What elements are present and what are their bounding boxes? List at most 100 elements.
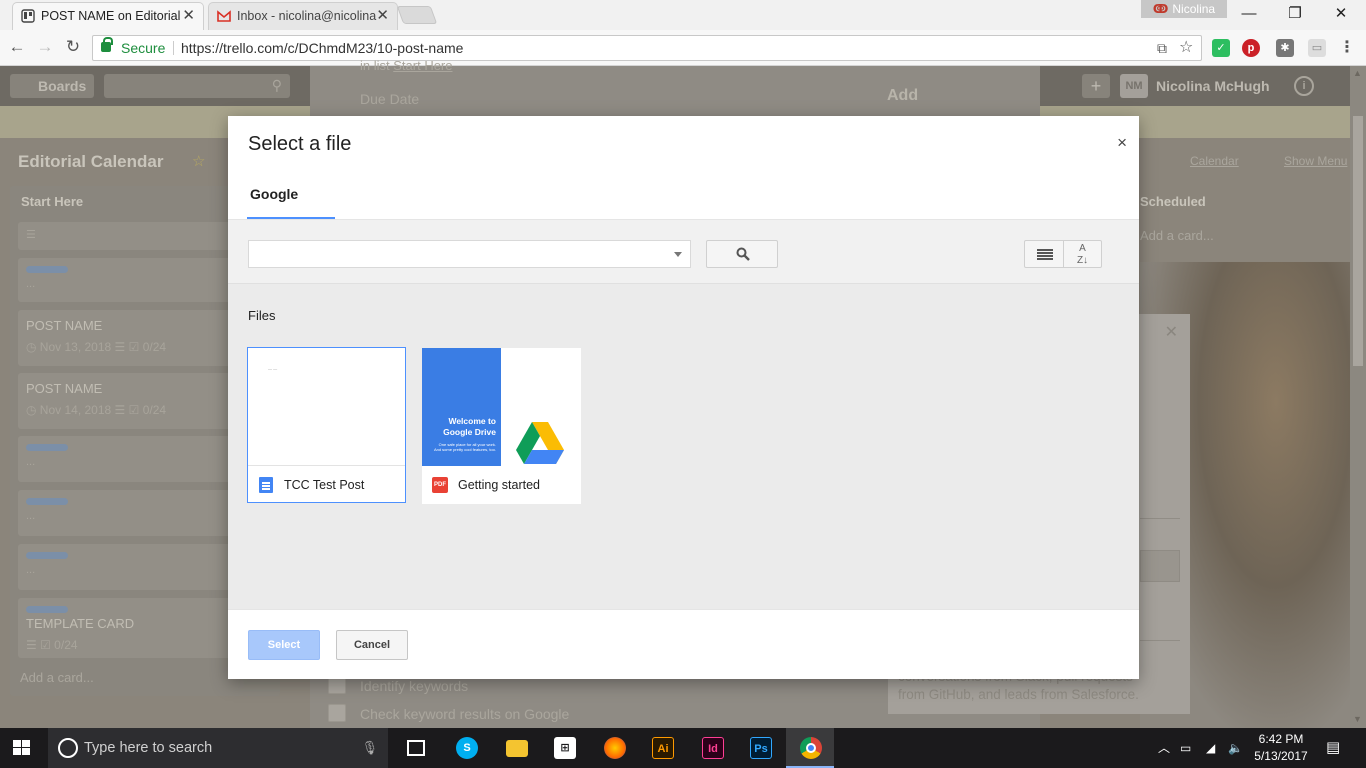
profile-name: Nicolina xyxy=(1172,2,1216,16)
bookmark-star-icon[interactable]: ☆ xyxy=(1179,36,1193,60)
welcome-panel: Welcome to Google Drive One safe place f… xyxy=(422,348,501,466)
gmail-favicon-icon xyxy=(217,10,231,22)
file-browser: Files — — TCC Test Post Welcome to Googl… xyxy=(228,284,1139,609)
new-tab-button[interactable] xyxy=(396,6,438,24)
skype-icon: S xyxy=(456,737,478,759)
battery-icon[interactable]: ▭ xyxy=(1180,728,1191,768)
add-card-link[interactable]: Add a card... xyxy=(1140,228,1214,243)
checklist-item[interactable]: Identify keywords xyxy=(360,678,468,694)
board-title[interactable]: Editorial Calendar xyxy=(18,152,163,172)
firefox-icon xyxy=(604,737,626,759)
microphone-icon[interactable]: 🎙 xyxy=(361,728,378,768)
sort-button[interactable]: A Z↓ xyxy=(1064,240,1102,268)
chrome-icon xyxy=(800,737,822,759)
scroll-down-icon[interactable]: ▼ xyxy=(1353,714,1362,724)
illustrator-button[interactable]: Ai xyxy=(638,728,686,768)
search-button[interactable] xyxy=(706,240,778,268)
scroll-up-icon[interactable]: ▲ xyxy=(1353,68,1362,78)
minimize-button[interactable]: — xyxy=(1226,2,1272,26)
close-dialog-button[interactable]: × xyxy=(1117,133,1127,153)
add-card-link[interactable]: Add a card... xyxy=(20,670,94,685)
dropdown-arrow-icon[interactable] xyxy=(674,252,682,257)
list-title: Start Here xyxy=(21,194,84,209)
separator xyxy=(173,41,174,55)
select-button[interactable]: Select xyxy=(248,630,320,660)
reload-button[interactable]: ↻ xyxy=(62,36,84,58)
close-tab-icon[interactable]: ✕ xyxy=(376,3,389,29)
search-icon xyxy=(736,247,750,261)
calendar-link[interactable]: Calendar xyxy=(1190,154,1239,168)
checklist-item[interactable]: Check keyword results on Google xyxy=(360,706,569,722)
in-list-prefix: in list xyxy=(360,58,390,73)
scrollbar-thumb[interactable] xyxy=(1353,116,1363,366)
chrome-button[interactable] xyxy=(786,728,834,768)
task-view-icon xyxy=(407,740,425,756)
card-title: POST NAME xyxy=(26,318,103,333)
card-label xyxy=(26,444,68,451)
info-icon[interactable]: i xyxy=(1294,76,1314,96)
card-meta: ... xyxy=(26,564,36,576)
close-window-button[interactable]: ✕ xyxy=(1318,2,1364,26)
card-label xyxy=(26,266,68,273)
store-button[interactable]: ⊞ xyxy=(540,728,588,768)
card-title: TEMPLATE CARD xyxy=(26,616,135,631)
show-hidden-icons-icon[interactable]: ︿ xyxy=(1158,728,1170,768)
restore-button[interactable]: ❐ xyxy=(1272,2,1318,26)
extension-blank-icon[interactable]: ▭ xyxy=(1308,39,1326,57)
in-list-link[interactable]: Start Here xyxy=(393,58,452,73)
tab-gmail[interactable]: Inbox - nicolina@nicolina ✕ xyxy=(208,2,398,30)
skype-button[interactable]: S xyxy=(442,728,490,768)
chrome-menu-icon[interactable]: ⋮ xyxy=(1338,39,1356,57)
windows-start-icon[interactable] xyxy=(13,740,31,756)
list-view-button[interactable] xyxy=(1024,240,1064,268)
photoshop-button[interactable]: Ps xyxy=(736,728,784,768)
list-title: Scheduled xyxy=(1140,194,1206,209)
windows-taskbar: Type here to search 🎙 S ⊞ Ai Id Ps ︿ ▭ ◢… xyxy=(0,728,1366,768)
photoshop-icon: Ps xyxy=(750,737,772,759)
welcome-subtitle: One safe place for all your work. And so… xyxy=(433,442,496,452)
file-tile-tcc-test-post[interactable]: — — TCC Test Post xyxy=(247,347,406,503)
forward-button[interactable]: → xyxy=(34,36,56,58)
indesign-button[interactable]: Id xyxy=(688,728,736,768)
extension-pinterest-icon[interactable]: p xyxy=(1242,39,1260,57)
browser-toolbar: ← → ↻ Secure https://trello.com/c/DChmdM… xyxy=(0,30,1366,66)
clock-time: 6:42 PM xyxy=(1258,732,1304,746)
cast-icon[interactable]: ⧉ xyxy=(1157,36,1167,60)
file-thumbnail: Welcome to Google Drive One safe place f… xyxy=(422,348,581,466)
tab-trello[interactable]: POST NAME on Editorial ✕ xyxy=(12,2,204,30)
extension-puzzle-icon[interactable]: ✱ xyxy=(1276,39,1294,57)
extension-evernote-icon[interactable]: ✓ xyxy=(1212,39,1230,57)
taskbar-search-input[interactable]: Type here to search 🎙 xyxy=(48,728,388,768)
back-button[interactable]: ← xyxy=(6,36,28,58)
page-scrollbar[interactable]: ▲ ▼ xyxy=(1350,66,1366,728)
dialog-footer: Select Cancel xyxy=(228,609,1139,679)
boards-button[interactable]: Boards xyxy=(10,74,94,98)
close-icon[interactable]: ✕ xyxy=(1165,322,1178,342)
show-menu-link[interactable]: Show Menu xyxy=(1284,154,1347,168)
tab-google-drive[interactable]: Google Drive xyxy=(247,176,335,238)
volume-icon[interactable]: 🔈 xyxy=(1228,728,1243,768)
file-explorer-button[interactable] xyxy=(492,728,540,768)
avatar[interactable]: NM xyxy=(1120,74,1148,98)
checklist-checkbox[interactable] xyxy=(328,704,346,722)
thumbnail-text: — — xyxy=(268,366,278,371)
network-icon[interactable]: ◢ xyxy=(1206,728,1215,768)
user-name[interactable]: Nicolina McHugh xyxy=(1156,74,1270,98)
close-tab-icon[interactable]: ✕ xyxy=(182,3,195,29)
profile-button[interactable]: ↂ Nicolina xyxy=(1141,0,1227,18)
action-center-icon[interactable]: ▤ xyxy=(1326,728,1340,768)
cancel-button[interactable]: Cancel xyxy=(336,630,408,660)
popup-input[interactable] xyxy=(1140,550,1180,582)
file-tile-getting-started[interactable]: Welcome to Google Drive One safe place f… xyxy=(422,348,581,504)
in-list-text: in list Start Here xyxy=(360,58,453,73)
firefox-button[interactable] xyxy=(590,728,638,768)
trello-search-input[interactable]: ⚲ xyxy=(104,74,290,98)
search-input[interactable] xyxy=(248,240,691,268)
system-clock[interactable]: 6:42 PM 5/13/2017 xyxy=(1250,731,1312,765)
address-bar[interactable]: Secure https://trello.com/c/DChmdM23/10-… xyxy=(92,35,1202,61)
task-view-button[interactable] xyxy=(392,728,440,768)
file-name: TCC Test Post xyxy=(284,478,365,492)
create-button[interactable]: + xyxy=(1082,74,1110,98)
star-icon[interactable]: ☆ xyxy=(192,152,205,170)
boards-label: Boards xyxy=(38,78,87,94)
